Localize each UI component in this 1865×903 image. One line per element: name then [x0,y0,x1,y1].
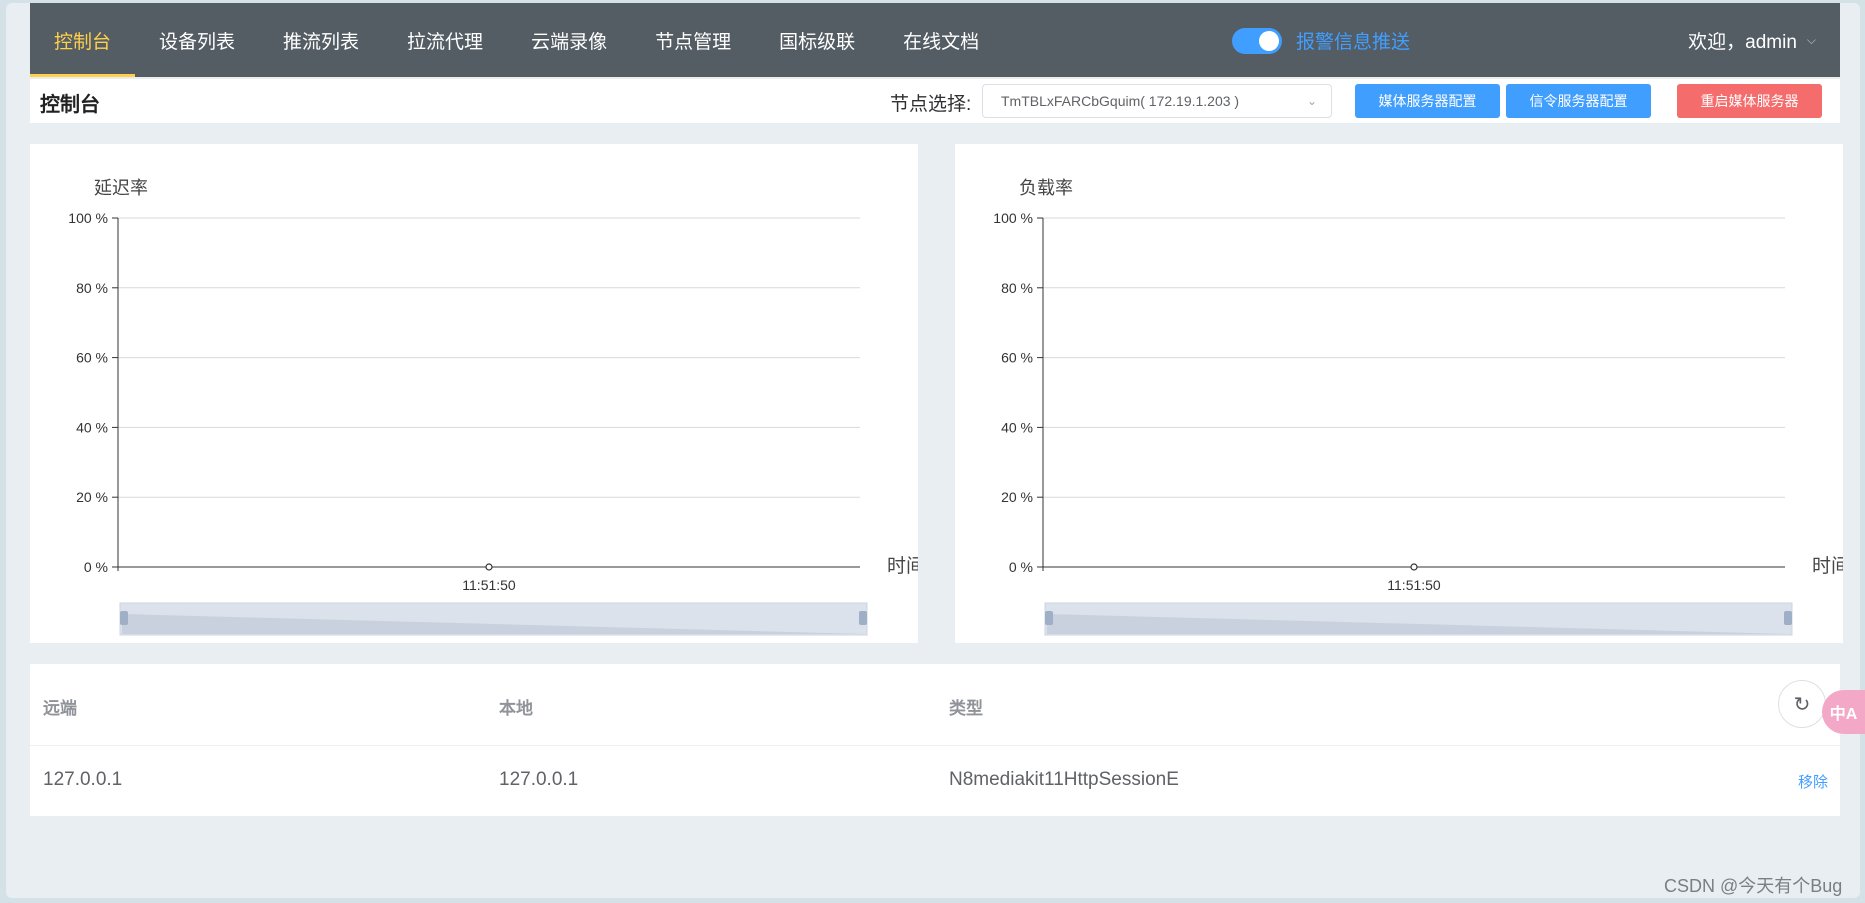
y-tick-label: 40 % [76,419,108,435]
load-chart-panel: 负载率 0 % 20 % 40 % 60 % 80 % 100 % 时间 11:51:50 [955,144,1843,643]
latency-chart: 延迟率 0 % 20 % 40 % 60 % 80 % 100 % 时间 11:51:50 [68,178,918,636]
cell-local: 127.0.0.1 [499,769,579,790]
data-zoom-handle-right [859,611,867,625]
chart-title: 延迟率 [94,178,148,198]
nav-item-nodes[interactable]: 节点管理 [631,3,755,77]
alarm-switch-label: 报警信息推送 [1296,32,1411,53]
column-header-remote: 远端 [43,699,77,718]
y-tick-label: 20 % [1001,489,1033,505]
node-select-value: TmTBLxFARCbGquim( 172.19.1.203 ) [1001,93,1240,109]
y-tick-label: 60 % [1001,350,1033,366]
x-axis-label: 时间 [1812,555,1843,577]
data-zoom-handle-right [1784,611,1792,625]
nav-item-cloud-records[interactable]: 云端录像 [507,3,631,77]
refresh-button[interactable]: ↻ [1778,680,1826,728]
nav-item-pull-proxy[interactable]: 拉流代理 [383,3,507,77]
nav-item-gb-cascade[interactable]: 国标级联 [755,3,879,77]
signal-server-config-button[interactable]: 信令服务器配置 [1506,84,1651,118]
chevron-down-icon: ⌄ [1306,94,1317,108]
y-tick-label: 0 % [84,559,108,575]
welcome-text: 欢迎，admin [1688,31,1797,53]
user-menu[interactable]: 欢迎，admin ⌵ [1688,3,1816,77]
cell-type: N8mediakit11HttpSessionE [949,769,1179,790]
latency-chart-panel: 延迟率 0 % 20 % 40 % 60 % 80 % 100 % 时间 11:51:50 [30,144,918,643]
row-divider [30,745,1840,746]
console-toolbar: 控制台 节点选择: TmTBLxFARCbGquim( 172.19.1.203… [30,79,1840,123]
alarm-push-toggle[interactable]: 报警信息推送 [1232,27,1410,54]
csdn-watermark: CSDN @今天有个Bug [1664,876,1843,896]
alarm-switch[interactable] [1232,27,1282,54]
nav-item-console[interactable]: 控制台 [30,3,136,77]
node-select-label: 节点选择: [890,94,972,115]
column-header-local: 本地 [499,699,533,718]
media-server-config-button[interactable]: 媒体服务器配置 [1355,84,1500,118]
y-tick-label: 60 % [76,350,108,366]
y-tick-label: 80 % [76,280,108,296]
remove-link[interactable]: 移除 [1798,771,1828,792]
top-navbar: 控制台 设备列表 推流列表 拉流代理 云端录像 节点管理 国标级联 在线文档 报… [30,3,1840,77]
y-tick-label: 20 % [76,489,108,505]
restart-media-server-button[interactable]: 重启媒体服务器 [1677,84,1822,118]
y-tick-label: 80 % [1001,280,1033,296]
refresh-icon: ↻ [1793,693,1811,716]
x-tick-label: 11:51:50 [1387,577,1441,593]
load-chart: 负载率 0 % 20 % 40 % 60 % 80 % 100 % 时间 11:51:50 [993,178,1843,636]
nav-item-docs[interactable]: 在线文档 [879,3,1003,77]
data-zoom-handle-left [120,611,128,625]
x-axis-label: 时间 [887,555,918,577]
nav-item-push-streams[interactable]: 推流列表 [259,3,383,77]
data-point [1410,563,1418,571]
translate-fab[interactable]: 中A [1822,690,1865,734]
page-title: 控制台 [40,94,100,116]
translate-icon: 中A [1829,706,1858,723]
node-select[interactable]: TmTBLxFARCbGquim( 172.19.1.203 ) ⌄ [982,84,1332,118]
chart-title: 负载率 [1019,178,1073,198]
column-header-type: 类型 [949,699,983,718]
y-tick-label: 40 % [1001,419,1033,435]
x-tick-label: 11:51:50 [462,577,516,593]
y-tick-label: 0 % [1009,559,1033,575]
cell-remote: 127.0.0.1 [43,769,123,790]
data-point [485,563,493,571]
y-tick-label: 100 % [993,210,1033,226]
nav-item-devices[interactable]: 设备列表 [135,3,259,77]
data-zoom-handle-left [1045,611,1053,625]
y-tick-label: 100 % [68,210,108,226]
connections-table: 远端 本地 类型 127.0.0.1 127.0.0.1 N8mediakit1… [30,664,1840,816]
switch-knob [1259,30,1279,51]
chevron-down-icon: ⌵ [1806,32,1816,47]
